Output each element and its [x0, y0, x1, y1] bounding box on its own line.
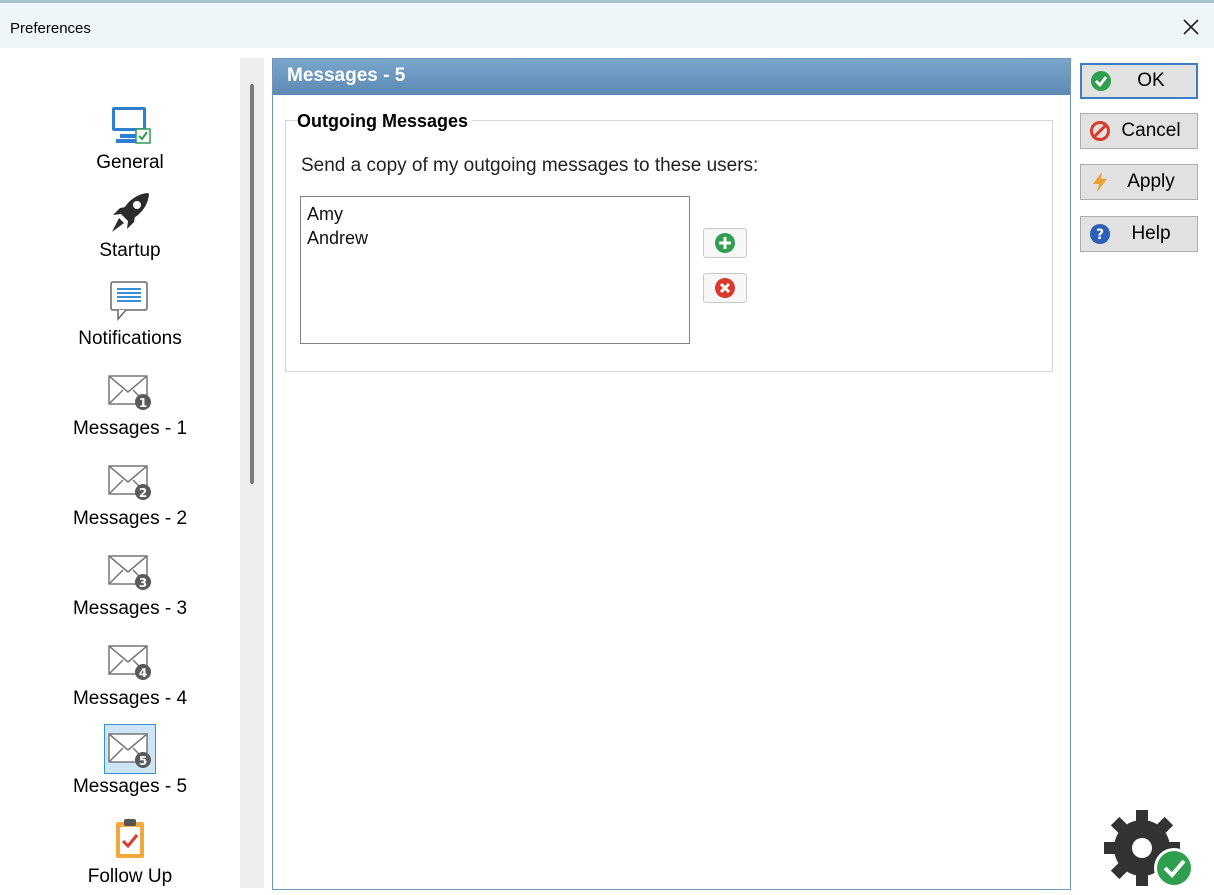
sidebar-item-startup[interactable]: Startup — [40, 188, 220, 262]
svg-text:?: ? — [1096, 227, 1104, 243]
rocket-icon — [104, 188, 156, 238]
envelope-3-icon: 3 — [104, 546, 156, 596]
apply-button[interactable]: Apply — [1080, 164, 1198, 200]
sidebar-item-messages-1[interactable]: 1 Messages - 1 — [40, 366, 220, 440]
sidebar-item-messages-5[interactable]: 5 Messages - 5 — [40, 724, 220, 798]
sidebar-item-notifications[interactable]: Notifications — [40, 276, 220, 350]
sidebar-item-general[interactable]: General — [40, 100, 220, 174]
badge-text: 5 — [139, 754, 147, 768]
ok-button-label: OK — [1137, 70, 1165, 91]
messages-panel: Messages - 5 Outgoing Messages Send a co… — [272, 58, 1071, 890]
cancel-button[interactable]: Cancel — [1080, 113, 1198, 149]
help-button[interactable]: ? Help — [1080, 216, 1198, 252]
title-bar: Preferences — [0, 0, 1214, 48]
user-list[interactable]: Amy Andrew — [300, 196, 690, 344]
sidebar-scroll-thumb[interactable] — [250, 84, 254, 484]
panel-header: Messages - 5 — [273, 59, 1070, 95]
remove-circle-icon — [715, 278, 735, 298]
sidebar: General Startup Notifications 1 Messages… — [0, 48, 240, 895]
sidebar-item-label: Messages - 5 — [72, 776, 188, 797]
sidebar-item-messages-2[interactable]: 2 Messages - 2 — [40, 456, 220, 530]
sidebar-item-label: Messages - 4 — [72, 688, 188, 709]
badge-text: 1 — [139, 396, 147, 410]
list-item[interactable]: Amy — [307, 202, 683, 226]
sidebar-item-follow-up[interactable]: Follow Up — [40, 814, 220, 888]
window-title: Preferences — [10, 20, 91, 37]
no-entry-icon — [1090, 121, 1110, 141]
remove-user-button[interactable] — [703, 273, 747, 303]
sidebar-item-messages-4[interactable]: 4 Messages - 4 — [40, 636, 220, 710]
ok-button[interactable]: OK — [1080, 63, 1198, 99]
envelope-5-icon: 5 — [104, 724, 156, 774]
check-circle-icon — [1091, 71, 1111, 91]
clipboard-check-icon — [104, 814, 156, 864]
envelope-4-icon: 4 — [104, 636, 156, 686]
cancel-button-label: Cancel — [1121, 120, 1181, 141]
group-title: Outgoing Messages — [297, 111, 473, 132]
badge-text: 4 — [139, 666, 147, 680]
envelope-1-icon: 1 — [104, 366, 156, 416]
sidebar-item-label: General — [96, 152, 164, 173]
help-question-icon: ? — [1090, 224, 1110, 244]
badge-text: 3 — [139, 576, 147, 590]
envelope-2-icon: 2 — [104, 456, 156, 506]
apply-button-label: Apply — [1127, 171, 1175, 192]
add-user-button[interactable] — [703, 228, 747, 258]
monitor-check-icon — [104, 100, 156, 150]
sidebar-item-label: Follow Up — [87, 866, 173, 887]
badge-text: 2 — [139, 486, 147, 500]
list-item[interactable]: Andrew — [307, 226, 683, 250]
sidebar-item-messages-3[interactable]: 3 Messages - 3 — [40, 546, 220, 620]
sidebar-item-label: Messages - 1 — [72, 418, 188, 439]
lightning-icon — [1093, 172, 1107, 192]
sidebar-item-label: Notifications — [78, 328, 182, 349]
sidebar-item-label: Messages - 3 — [72, 598, 188, 619]
notification-speech-icon — [104, 276, 156, 326]
close-icon[interactable] — [1178, 14, 1204, 40]
description-label: Send a copy of my outgoing messages to t… — [301, 155, 759, 176]
gear-check-icon — [1104, 810, 1194, 888]
help-button-label: Help — [1131, 223, 1171, 244]
plus-circle-icon — [715, 233, 735, 253]
sidebar-item-label: Startup — [99, 240, 161, 261]
sidebar-item-label: Messages - 2 — [72, 508, 188, 529]
